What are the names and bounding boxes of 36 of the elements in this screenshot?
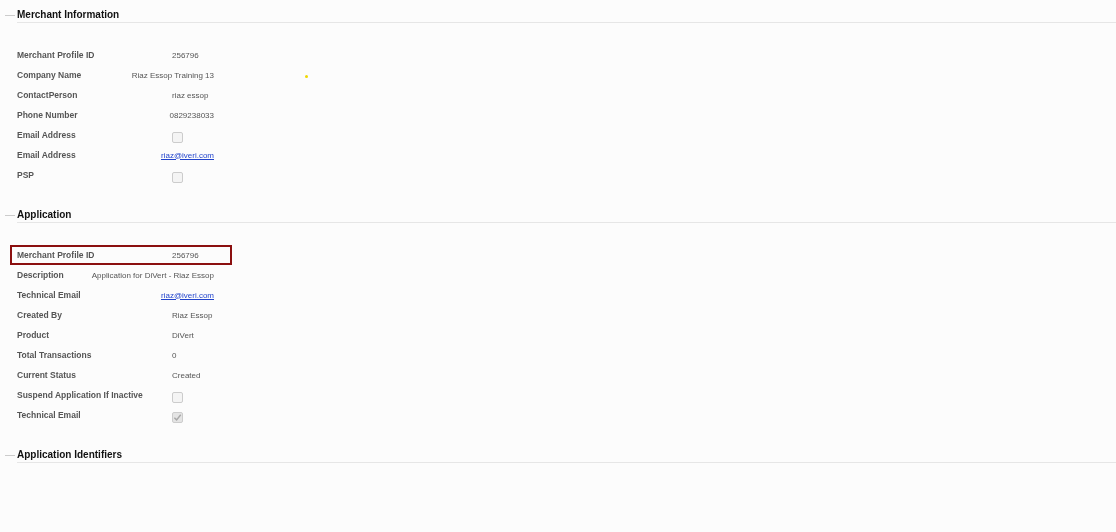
section-heading: Application Identifiers: [17, 449, 1116, 463]
checkbox[interactable]: [172, 132, 183, 143]
field-label: Total Transactions: [17, 350, 93, 360]
field-value: 0: [172, 350, 177, 360]
field-label: Merchant Profile ID: [17, 50, 96, 60]
field-label: Suspend Application If Inactive: [17, 390, 144, 400]
field-value: 256796: [172, 250, 199, 260]
field-label: Current Status: [17, 370, 78, 380]
field-label: Phone Number: [17, 110, 79, 120]
email-link[interactable]: riaz@iveri.com: [161, 150, 214, 160]
section-heading: Merchant Information: [17, 9, 1116, 23]
field-value: Riaz Essop Training 13: [131, 70, 214, 80]
checkbox[interactable]: [172, 172, 183, 183]
field-value: 256796: [172, 50, 199, 60]
field-label: Email Address: [17, 150, 77, 160]
section-heading: Application: [17, 209, 1116, 223]
field-label: ContactPerson: [17, 90, 79, 100]
field-value: Riaz Essop: [172, 310, 213, 320]
field-label: Technical Email: [17, 290, 82, 300]
field-value: DiVert: [172, 330, 194, 340]
field-value: Application for DiVert - Riaz Essop: [91, 270, 214, 280]
marker-dot: [305, 75, 308, 78]
field-value: 0829238033: [169, 110, 214, 120]
field-value: riaz essop: [172, 90, 209, 100]
field-value: Created: [172, 370, 201, 380]
field-label: Email Address: [17, 130, 77, 140]
field-label: Technical Email: [17, 410, 82, 420]
field-label: Description: [17, 270, 65, 280]
field-label: Created By: [17, 310, 63, 320]
checkbox[interactable]: [172, 412, 183, 423]
email-link[interactable]: riaz@iveri.com: [161, 290, 214, 300]
field-label: Merchant Profile ID: [17, 250, 96, 260]
checkbox[interactable]: [172, 392, 183, 403]
field-label: PSP: [17, 170, 35, 180]
field-label: Product: [17, 330, 51, 340]
field-label: Company Name: [17, 70, 83, 80]
